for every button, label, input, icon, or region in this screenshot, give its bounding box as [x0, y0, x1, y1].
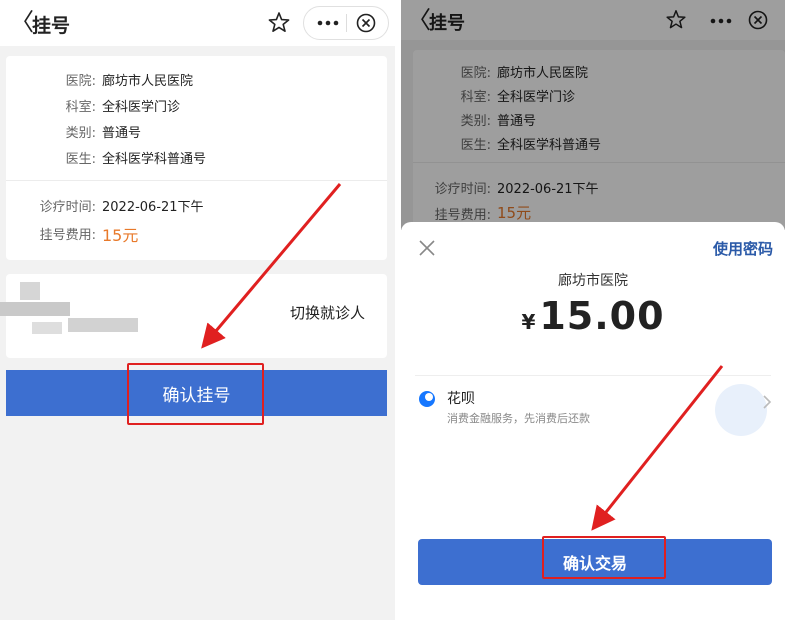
doctor-label: 医生:: [65, 152, 96, 167]
left-screen: 〈 挂号 医院: 廊坊市人民医院 科室: 全科医学门诊 类别: 普通号 医生: …: [0, 0, 395, 620]
type-value: 普通号: [102, 126, 142, 141]
close-circle-icon[interactable]: [355, 12, 377, 34]
fee-label: 挂号费用:: [39, 228, 96, 243]
time-value: 2022-06-21下午: [102, 200, 204, 215]
switch-patient-link[interactable]: 切换就诊人: [290, 302, 365, 323]
watermark-decoration-icon: [701, 380, 767, 436]
more-dots-icon[interactable]: [316, 14, 340, 32]
department-value: 全科医学门诊: [102, 100, 181, 115]
patient-card[interactable]: 切换就诊人: [0, 274, 387, 358]
merchant-name: 廊坊市医院: [558, 273, 628, 289]
method-name: 花呗: [447, 391, 475, 407]
back-icon[interactable]: 〈: [10, 10, 34, 34]
divider: [6, 180, 387, 181]
payment-sheet: 使用密码 廊坊市医院 ¥15.00 花呗 消费金融服务，先消费后还款 确认交易: [401, 222, 785, 620]
amount-display: ¥15.00: [401, 294, 785, 338]
hospital-label: 医院:: [65, 74, 96, 89]
method-description: 消费金融服务，先消费后还款: [447, 412, 590, 425]
capsule-divider: [346, 14, 347, 32]
highlight-box: [127, 363, 264, 425]
blurred-text: [0, 302, 70, 316]
mini-app-capsule: [303, 6, 389, 40]
close-icon[interactable]: [417, 238, 437, 258]
right-screen: 〈 挂号 医院: 廊坊市人民医院 科室: 全科医学门诊 类别: 普通号 医生: …: [401, 0, 785, 620]
blurred-text: [68, 318, 138, 332]
registration-info-card: 医院: 廊坊市人民医院 科室: 全科医学门诊 类别: 普通号 医生: 全科医学科…: [6, 56, 387, 260]
department-label: 科室:: [65, 100, 96, 115]
fee-value: 15元: [102, 226, 139, 245]
highlight-box: [542, 536, 666, 579]
blurred-avatar: [20, 282, 40, 300]
amount-value: 15.00: [539, 294, 665, 338]
nav-bar: 〈 挂号: [0, 0, 395, 46]
modal-overlay: [401, 0, 785, 230]
payment-method-row[interactable]: 花呗 消费金融服务，先消费后还款: [401, 378, 785, 436]
blurred-text: [32, 322, 62, 334]
currency-symbol: ¥: [521, 310, 536, 334]
use-password-link[interactable]: 使用密码: [713, 238, 773, 259]
divider: [415, 375, 771, 376]
doctor-value: 全科医学科普通号: [102, 152, 207, 167]
chevron-right-icon: [761, 394, 773, 410]
time-label: 诊疗时间:: [39, 200, 96, 215]
hospital-value: 廊坊市人民医院: [102, 74, 194, 89]
type-label: 类别:: [65, 126, 96, 141]
page-title: 挂号: [32, 15, 71, 37]
star-outline-icon[interactable]: [266, 10, 292, 36]
huabei-logo-icon: [417, 389, 437, 409]
